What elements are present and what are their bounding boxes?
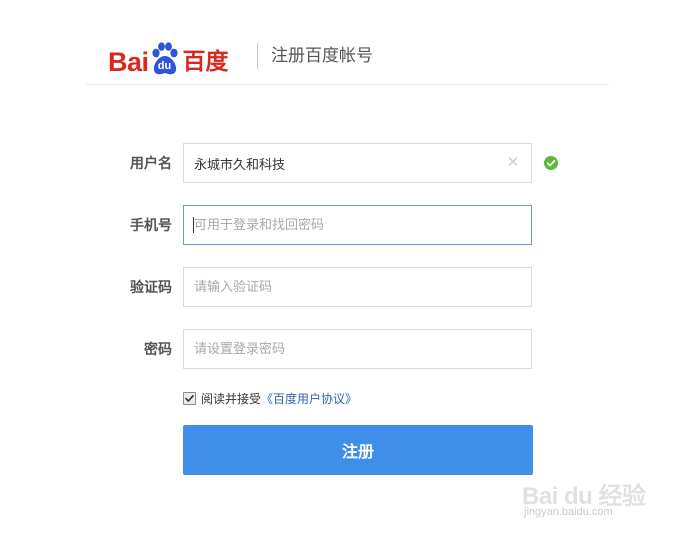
password-row: 密码: [0, 329, 682, 369]
logo-text-du: du: [157, 60, 172, 72]
username-field-box: ✕: [183, 143, 532, 183]
watermark-url: jingyan.baidu.com: [524, 506, 613, 518]
baidu-logo[interactable]: Bai du 百度: [108, 40, 229, 76]
code-field-box: [183, 267, 532, 307]
logo-text-bai: Bai: [108, 47, 149, 77]
password-label: 密码: [144, 342, 172, 358]
logo-text-cn: 百度: [182, 49, 229, 75]
agreement-text: 阅读并接受: [201, 391, 262, 406]
paw-icon: du: [150, 42, 180, 76]
checkmark-icon: [185, 394, 194, 402]
clear-icon[interactable]: ✕: [505, 154, 521, 170]
phone-row: 手机号: [0, 205, 682, 245]
password-input[interactable]: [184, 330, 494, 368]
code-row: 验证码: [0, 267, 682, 307]
phone-input[interactable]: [184, 206, 494, 244]
watermark: Bai du 经验 jingyan.baidu.com: [522, 470, 652, 530]
code-input[interactable]: [184, 268, 494, 306]
username-label: 用户名: [130, 156, 172, 172]
agreement: 阅读并接受 《百度用户协议》: [183, 390, 357, 406]
code-label: 验证码: [130, 280, 172, 296]
agreement-link[interactable]: 《百度用户协议》: [261, 390, 357, 407]
check-circle-icon: [544, 156, 558, 170]
register-button[interactable]: 注册: [183, 425, 533, 475]
header: Bai du 百度 注册百度帐号: [86, 20, 609, 85]
username-row: 用户名 ✕: [0, 143, 682, 183]
header-divider: [257, 43, 258, 69]
phone-label: 手机号: [130, 218, 172, 234]
agreement-checkbox[interactable]: [183, 391, 196, 405]
username-input[interactable]: [184, 144, 494, 182]
text-caret: [193, 217, 194, 233]
password-field-box: [183, 329, 532, 369]
phone-field-box: [183, 205, 532, 245]
page-title: 注册百度帐号: [271, 46, 373, 66]
